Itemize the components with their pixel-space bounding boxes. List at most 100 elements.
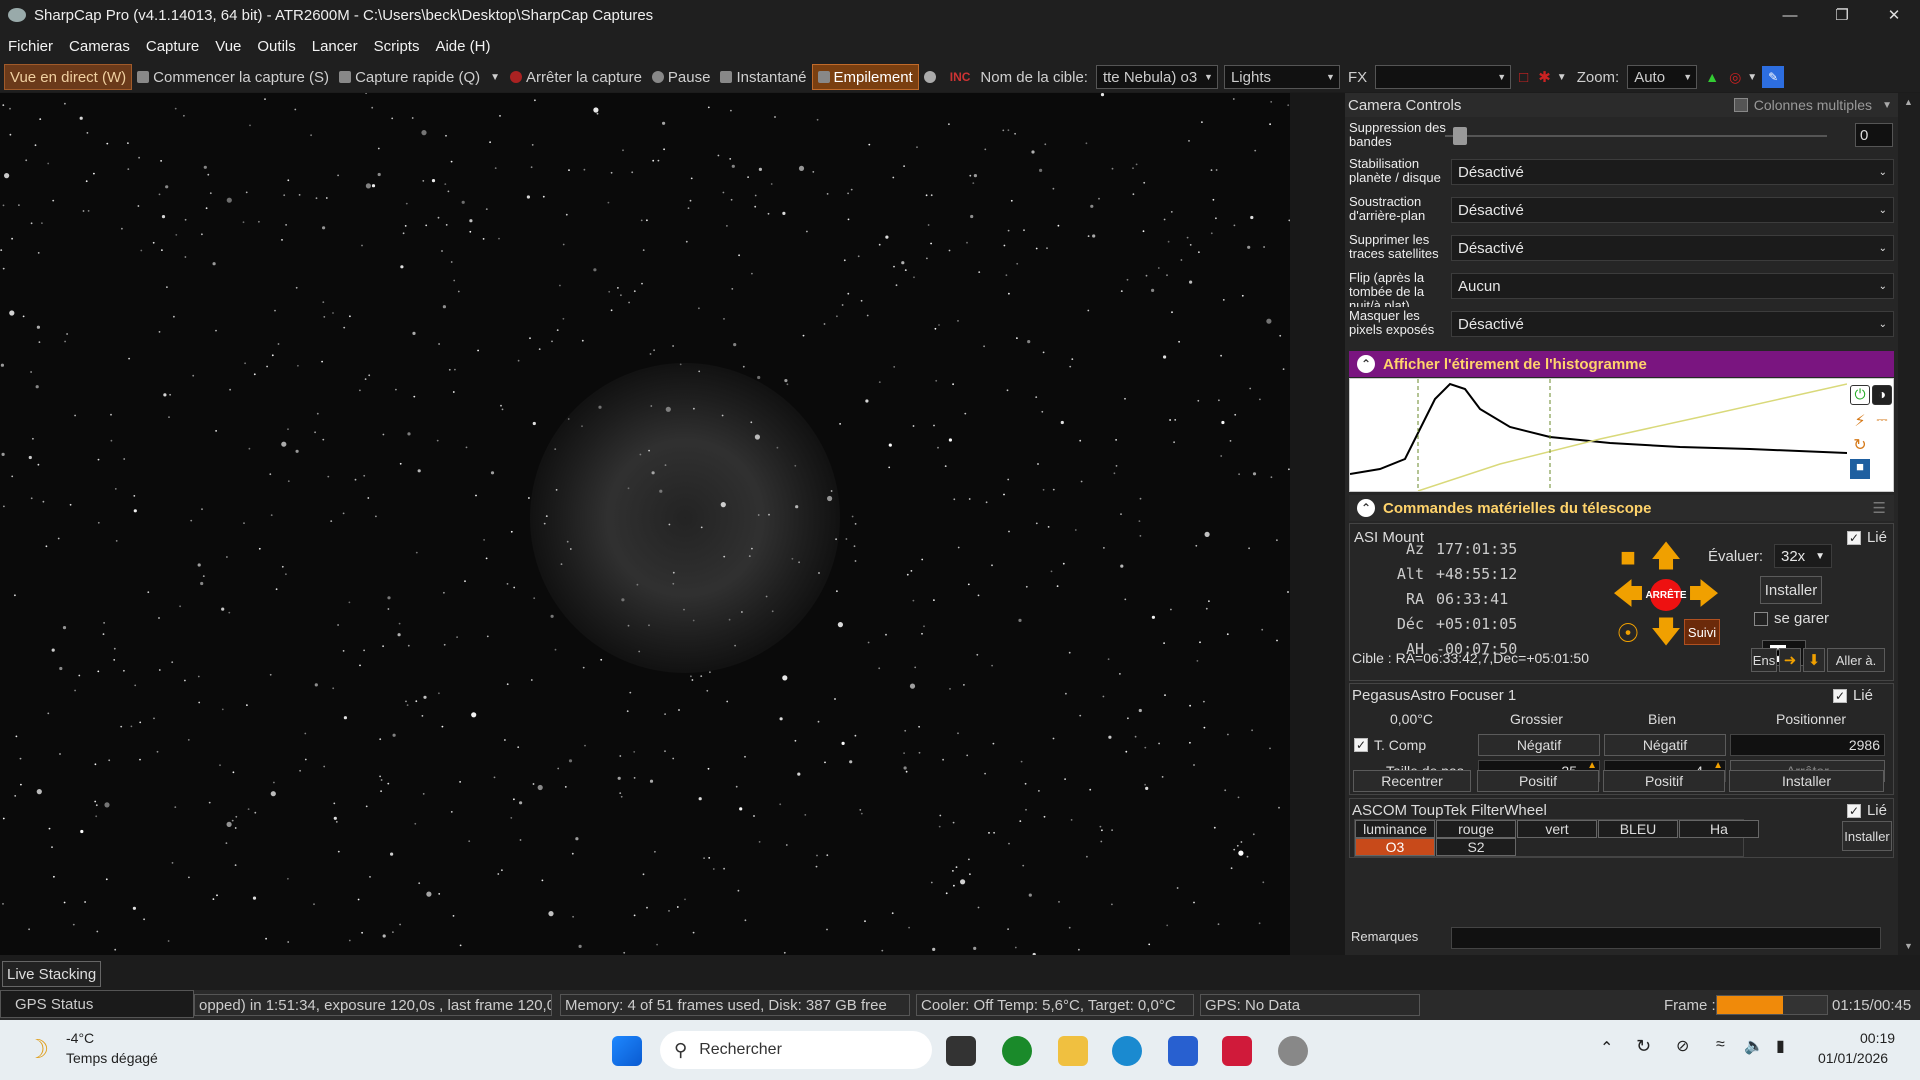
goto-button[interactable]: Aller à. <box>1827 648 1885 672</box>
save-icon[interactable]: ■ <box>1850 459 1870 479</box>
histogram-toggle-button[interactable]: ▲ <box>1700 64 1724 90</box>
volume-icon[interactable]: 🔈 <box>1744 1036 1764 1056</box>
stop-slew-button[interactable]: ARRÊTE <box>1645 579 1687 611</box>
position-input[interactable]: 2986 <box>1730 734 1885 756</box>
park-toggle[interactable]: se garer <box>1754 610 1829 627</box>
track-button[interactable]: Suivi <box>1684 619 1720 645</box>
reset-icon[interactable]: ↻ <box>1850 435 1870 455</box>
filter-rouge[interactable]: rouge <box>1436 820 1516 838</box>
banding-slider[interactable] <box>1445 135 1827 137</box>
tools-button[interactable]: ◎ ▼ <box>1724 64 1762 90</box>
filterwheel-linked[interactable]: ✓ Lié <box>1846 802 1887 819</box>
menu-vue[interactable]: Vue <box>207 38 249 55</box>
menu-lancer[interactable]: Lancer <box>304 38 366 55</box>
filter-luminance[interactable]: luminance <box>1355 820 1435 838</box>
filterwheel-linked-checkbox[interactable]: ✓ <box>1846 803 1861 818</box>
rotate-icon[interactable]: ■ <box>1610 539 1646 575</box>
edge-browser-icon[interactable] <box>1112 1036 1142 1066</box>
filter-ha[interactable]: Ha <box>1679 820 1759 838</box>
frame-type-select[interactable]: Lights ▼ <box>1223 65 1340 89</box>
sync-down-button[interactable]: ⬇ <box>1803 648 1825 672</box>
minimize-button[interactable]: — <box>1764 0 1816 30</box>
moon-weather-icon[interactable]: ☽ <box>26 1034 49 1065</box>
filter-s2[interactable]: S2 <box>1436 838 1516 856</box>
clock-time[interactable]: 00:19 <box>1860 1030 1895 1046</box>
histogram-area[interactable]: ⏻ ◑ ⚡ ⎓ ↻ ■ <box>1349 378 1894 492</box>
contrast-icon[interactable]: ◑ <box>1872 385 1892 405</box>
astro-app-icon[interactable] <box>1222 1036 1252 1066</box>
filter-vert[interactable]: vert <box>1517 820 1597 838</box>
mount-setup-button[interactable]: Installer <box>1760 576 1822 604</box>
fine-negative-button[interactable]: Négatif <box>1604 734 1726 756</box>
quick-capture-button[interactable]: Capture rapide (Q) ▼ <box>334 64 505 90</box>
close-button[interactable]: ✕ <box>1868 0 1920 30</box>
task-view-icon[interactable] <box>946 1036 976 1066</box>
taskbar-search[interactable]: ⚲ Rechercher <box>660 1031 932 1069</box>
tcomp-checkbox[interactable]: ✓ <box>1354 738 1368 752</box>
store-icon[interactable] <box>1168 1036 1198 1066</box>
center-target-icon[interactable]: ☉ <box>1610 615 1646 651</box>
wifi-icon[interactable]: ≈ <box>1716 1036 1725 1054</box>
menu-capture[interactable]: Capture <box>138 38 207 55</box>
menu-cameras[interactable]: Cameras <box>61 38 138 55</box>
control-select[interactable]: Désactivé ⌄ <box>1451 159 1894 185</box>
histogram-header[interactable]: ⌃ Afficher l'étirement de l'histogramme <box>1349 351 1894 377</box>
sphere-icon-button[interactable] <box>919 64 945 90</box>
phd-guiding-icon[interactable] <box>1002 1036 1032 1066</box>
menu-scripts[interactable]: Scripts <box>366 38 428 55</box>
coarse-negative-button[interactable]: Négatif <box>1478 734 1600 756</box>
reticle-button[interactable]: □ <box>1514 64 1533 90</box>
stop-capture-button[interactable]: Arrêter la capture <box>505 64 647 90</box>
south-arrow-icon[interactable]: 🡇 <box>1648 615 1684 651</box>
clock-date[interactable]: 01/01/2026 <box>1818 1050 1888 1066</box>
crosshair-button[interactable]: ✱ ▼ <box>1533 64 1571 90</box>
sync-right-button[interactable]: ➜ <box>1779 648 1801 672</box>
brush-button[interactable]: ✎ <box>1762 66 1785 88</box>
panel-scrollbar[interactable]: ▲ ▼ <box>1898 93 1920 955</box>
snapshot-button[interactable]: Instantané <box>715 64 811 90</box>
image-viewer[interactable] <box>0 93 1290 955</box>
control-select[interactable]: Désactivé ⌄ <box>1451 197 1894 223</box>
filterwheel-setup-button[interactable]: Installer <box>1842 821 1892 851</box>
network-off-icon[interactable]: ⊘ <box>1676 1036 1689 1056</box>
rate-select[interactable]: 32x ▼ <box>1774 544 1832 568</box>
east-arrow-icon[interactable]: 🡆 <box>1686 577 1722 613</box>
tcomp-toggle[interactable]: ✓ T. Comp <box>1354 737 1426 753</box>
scroll-down-icon[interactable]: ▼ <box>1904 941 1913 951</box>
weather-text[interactable]: Temps dégagé <box>66 1050 158 1066</box>
pause-button[interactable]: Pause <box>647 64 716 90</box>
weather-temp[interactable]: -4°C <box>66 1030 94 1046</box>
banding-slider-thumb[interactable] <box>1453 127 1467 145</box>
battery-icon[interactable]: ▮ <box>1776 1036 1785 1056</box>
telescope-header[interactable]: ⌃ Commandes matérielles du télescope ☰ <box>1349 495 1894 521</box>
live-view-button[interactable]: Vue en direct (W) <box>4 64 133 90</box>
zoom-select[interactable]: Auto ▼ <box>1627 65 1698 89</box>
scroll-up-icon[interactable]: ▲ <box>1904 97 1913 107</box>
menu-outils[interactable]: Outils <box>249 38 303 55</box>
control-select[interactable]: Désactivé ⌄ <box>1451 311 1894 337</box>
north-arrow-icon[interactable]: 🡅 <box>1648 539 1684 575</box>
recenter-button[interactable]: Recentrer <box>1353 770 1471 792</box>
lock-icon[interactable]: ⎓ <box>1872 411 1892 431</box>
menu-fichier[interactable]: Fichier <box>0 38 61 55</box>
tab-gps-status[interactable]: GPS Status <box>0 990 194 1018</box>
multi-columns-toggle[interactable]: Colonnes multiples <box>1733 97 1872 113</box>
stacking-button[interactable]: Empilement <box>811 64 919 90</box>
filter-o3[interactable]: O3 <box>1355 838 1435 856</box>
focuser-linked[interactable]: ✓ Lié <box>1832 687 1873 704</box>
chevron-up-icon[interactable]: ⌃ <box>1600 1038 1613 1058</box>
restore-button[interactable]: ❐ <box>1816 0 1868 30</box>
tab-live-stacking[interactable]: Live Stacking <box>2 961 102 987</box>
west-arrow-icon[interactable]: 🡄 <box>1610 577 1646 613</box>
coarse-positive-button[interactable]: Positif <box>1477 770 1599 792</box>
collapse-icon[interactable]: ⌃ <box>1357 355 1375 373</box>
file-explorer-icon[interactable] <box>1058 1036 1088 1066</box>
fx-select[interactable]: ▼ <box>1375 65 1512 89</box>
power-icon[interactable]: ⏻ <box>1850 385 1870 405</box>
banding-value[interactable]: 0 <box>1855 123 1893 147</box>
menu-aide[interactable]: Aide (H) <box>427 38 498 55</box>
remarks-input[interactable] <box>1451 927 1881 949</box>
focuser-linked-checkbox[interactable]: ✓ <box>1832 688 1847 703</box>
filter-bleu[interactable]: BLEU <box>1598 820 1678 838</box>
mount-linked[interactable]: ✓ Lié <box>1846 529 1887 546</box>
